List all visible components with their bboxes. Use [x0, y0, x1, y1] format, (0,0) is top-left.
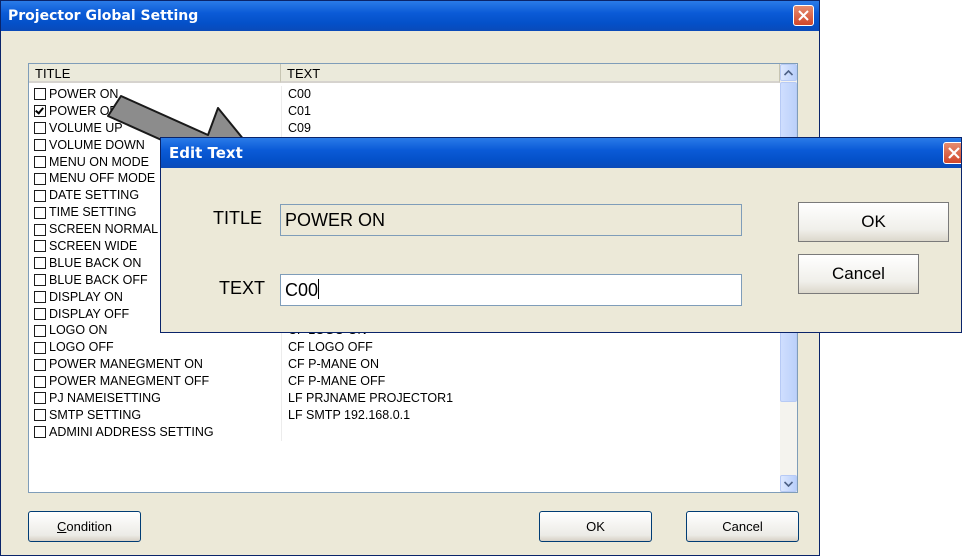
close-icon: [948, 147, 960, 159]
text-caret: [318, 279, 320, 299]
text-input[interactable]: C00: [280, 274, 742, 306]
dialog-ok-button[interactable]: OK: [798, 202, 949, 242]
title-label: TITLE: [213, 208, 263, 228]
title-field-value: POWER ON: [285, 210, 386, 230]
text-input-value: C00: [285, 280, 319, 300]
dialog-cancel-button[interactable]: Cancel: [798, 254, 919, 294]
text-label: TEXT: [219, 278, 266, 298]
dialog-close-button[interactable]: [943, 142, 961, 164]
dialog-title: Edit Text: [169, 144, 243, 162]
edit-text-dialog: Edit Text TITLE POWER ON TEXT C00 OK Can…: [160, 137, 962, 333]
dialog-title-bar: Edit Text: [161, 138, 961, 168]
title-field: POWER ON: [280, 204, 742, 236]
